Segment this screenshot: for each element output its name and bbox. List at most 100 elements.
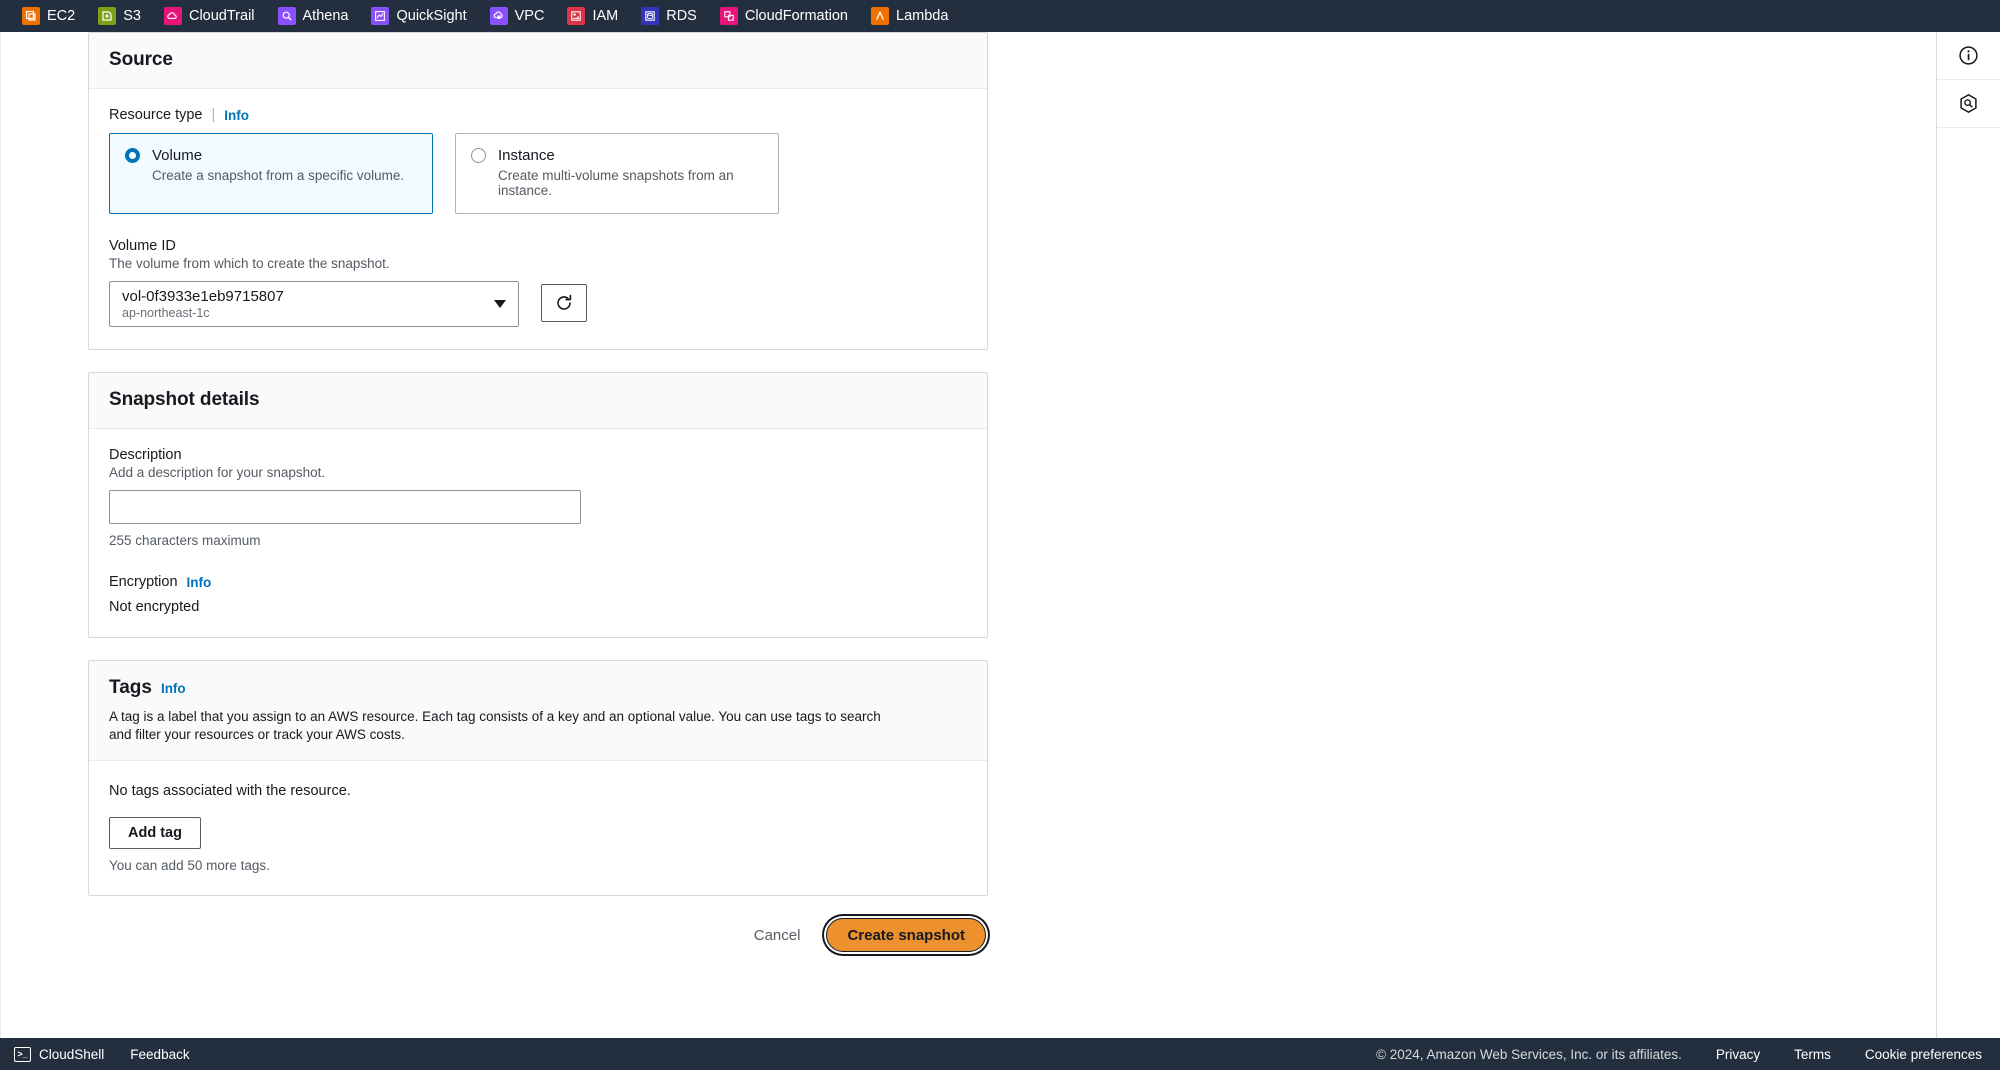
nav-item-quicksight[interactable]: QuickSight: [371, 0, 477, 32]
info-circle-icon: [1959, 46, 1978, 65]
resource-type-option-volume[interactable]: Volume Create a snapshot from a specific…: [109, 133, 433, 214]
cloudshell-button[interactable]: >_ CloudShell: [14, 1046, 105, 1062]
privacy-link[interactable]: Privacy: [1716, 1047, 1760, 1062]
page-content: Source Resource type | Info Volume Creat…: [0, 32, 2000, 1038]
main-content-column: Source Resource type | Info Volume Creat…: [0, 32, 1935, 1038]
info-panel-button[interactable]: [1936, 32, 2000, 80]
volume-id-select[interactable]: vol-0f3933e1eb9715807 ap-northeast-1c: [109, 281, 519, 327]
resource-type-label-row: Resource type | Info: [109, 107, 967, 123]
option-description: Create a snapshot from a specific volume…: [152, 168, 405, 183]
ec2-icon: [22, 7, 40, 25]
nav-label: CloudTrail: [188, 8, 255, 24]
nav-label: RDS: [666, 8, 697, 24]
top-navigation-bar: EC2 S3 CloudTrail Athena QuickSight VPC: [0, 0, 2000, 32]
chevron-down-icon: [494, 300, 506, 308]
iam-icon: [567, 7, 586, 25]
description-char-hint: 255 characters maximum: [109, 533, 261, 548]
footer-left-group: >_ CloudShell Feedback: [0, 1046, 190, 1062]
resource-type-label: Resource type: [109, 107, 203, 123]
encryption-label-row: Encryption Info: [109, 574, 967, 590]
resource-type-info-link[interactable]: Info: [224, 108, 249, 123]
feedback-link[interactable]: Feedback: [130, 1047, 189, 1062]
terminal-icon: >_: [14, 1046, 31, 1062]
option-description: Create multi-volume snapshots from an in…: [498, 168, 734, 198]
snapshot-details-card: Snapshot details Description Add a descr…: [88, 372, 988, 638]
nav-item-iam[interactable]: IAM: [567, 0, 629, 32]
resource-type-option-instance[interactable]: Instance Create multi-volume snapshots f…: [455, 133, 779, 214]
description-label: Description: [109, 447, 182, 463]
nav-item-ec2[interactable]: EC2: [22, 0, 86, 32]
nav-item-cloudtrail[interactable]: CloudTrail: [163, 0, 266, 32]
form-actions: Cancel Create snapshot: [88, 918, 988, 952]
footer-bar: >_ CloudShell Feedback © 2024, Amazon We…: [0, 1038, 2000, 1070]
description-help-text: Add a description for your snapshot.: [109, 465, 326, 480]
radio-instance[interactable]: [471, 148, 486, 163]
nav-label: QuickSight: [396, 8, 467, 24]
volume-id-field: Volume ID The volume from which to creat…: [109, 238, 967, 327]
nav-item-vpc[interactable]: VPC: [489, 0, 556, 32]
source-card-header: Source: [89, 33, 987, 89]
copyright-text: © 2024, Amazon Web Services, Inc. or its…: [1376, 1046, 1682, 1062]
encryption-label: Encryption: [109, 574, 178, 590]
volume-select-row: vol-0f3933e1eb9715807 ap-northeast-1c: [109, 281, 967, 327]
refresh-icon: [557, 294, 572, 310]
source-card: Source Resource type | Info Volume Creat…: [88, 32, 988, 350]
tags-card: Tags Info A tag is a label that you assi…: [88, 660, 988, 896]
encryption-info-link[interactable]: Info: [187, 575, 212, 590]
nav-label: CloudFormation: [744, 8, 849, 24]
rds-icon: [641, 7, 660, 25]
option-title: Instance: [498, 147, 555, 164]
nav-label: Athena: [302, 8, 349, 24]
nav-item-cloudformation[interactable]: CloudFormation: [719, 0, 859, 32]
cancel-button[interactable]: Cancel: [748, 919, 807, 952]
tags-empty-text: No tags associated with the resource.: [109, 783, 351, 799]
nav-label: Lambda: [896, 8, 949, 24]
tags-info-link[interactable]: Info: [161, 681, 186, 696]
description-input[interactable]: [109, 490, 581, 524]
nav-label: S3: [123, 8, 141, 24]
radio-volume[interactable]: [125, 148, 140, 163]
label-separator: |: [211, 107, 216, 123]
create-snapshot-form: Source Resource type | Info Volume Creat…: [88, 32, 988, 952]
nav-item-rds[interactable]: RDS: [641, 0, 708, 32]
quicksight-icon: [371, 7, 390, 25]
nav-label: IAM: [592, 8, 619, 24]
tags-header: Tags Info A tag is a label that you assi…: [89, 661, 987, 761]
vpc-icon: [489, 7, 508, 25]
refresh-volumes-button[interactable]: [541, 284, 587, 322]
cloudwatch-hexagon-icon: [1960, 93, 1977, 114]
volume-id-region: ap-northeast-1c: [122, 305, 210, 320]
nav-item-lambda[interactable]: Lambda: [871, 0, 959, 32]
terms-link[interactable]: Terms: [1794, 1047, 1831, 1062]
left-divider: [0, 32, 1, 1038]
athena-icon: [277, 7, 296, 25]
volume-id-value: vol-0f3933e1eb9715807: [122, 287, 284, 305]
option-title: Volume: [152, 147, 203, 164]
volume-id-label: Volume ID: [109, 238, 176, 254]
add-tag-button[interactable]: Add tag: [109, 817, 201, 849]
cloudshell-label: CloudShell: [39, 1046, 105, 1062]
cloudwatch-panel-button[interactable]: [1936, 80, 2000, 128]
option-row: Instance: [471, 147, 763, 164]
create-snapshot-button[interactable]: Create snapshot: [826, 918, 986, 952]
right-side-panel: [1936, 32, 2000, 1038]
nav-label: EC2: [47, 8, 76, 24]
nav-item-s3[interactable]: S3: [98, 0, 152, 32]
nav-label: VPC: [514, 8, 545, 24]
cloudformation-icon: [719, 7, 738, 25]
tags-body: No tags associated with the resource. Ad…: [89, 761, 987, 895]
nav-item-athena[interactable]: Athena: [277, 0, 360, 32]
encryption-value: Not encrypted: [109, 599, 200, 615]
snapshot-details-body: Description Add a description for your s…: [89, 429, 987, 637]
volume-id-description: The volume from which to create the snap…: [109, 256, 390, 271]
snapshot-details-title: Snapshot details: [109, 389, 260, 410]
cloudtrail-icon: [163, 7, 182, 25]
tags-remaining-text: You can add 50 more tags.: [109, 858, 270, 873]
resource-type-options: Volume Create a snapshot from a specific…: [109, 133, 967, 214]
footer-right-group: © 2024, Amazon Web Services, Inc. or its…: [1376, 1047, 2000, 1062]
encryption-field: Encryption Info Not encrypted: [109, 574, 967, 615]
source-title: Source: [109, 49, 173, 70]
tags-title-row: Tags Info: [109, 677, 967, 699]
option-row: Volume: [125, 147, 417, 164]
cookie-preferences-link[interactable]: Cookie preferences: [1865, 1047, 1982, 1062]
